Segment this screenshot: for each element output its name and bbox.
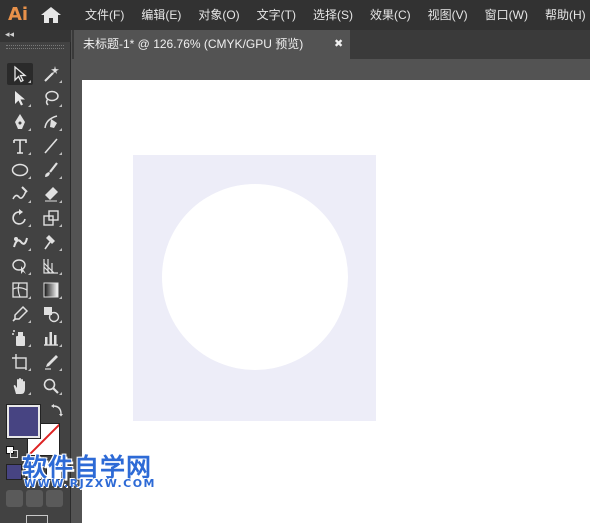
- eraser-icon[interactable]: [38, 183, 64, 205]
- line-tool-icon[interactable]: [38, 135, 64, 157]
- zoom-tool-icon[interactable]: [38, 375, 64, 397]
- type-tool-icon[interactable]: [7, 135, 33, 157]
- direct-selection-icon[interactable]: [7, 87, 33, 109]
- document-tab[interactable]: 未标题-1* @ 126.76% (CMYK/GPU 预览) ✖: [74, 30, 350, 59]
- menu-view[interactable]: 视图(V): [425, 0, 471, 30]
- shape-builder-icon[interactable]: [7, 255, 33, 277]
- main-menu: 文件(F) 编辑(E) 对象(O) 文字(T) 选择(S) 效果(C) 视图(V…: [82, 0, 590, 30]
- menu-effect[interactable]: 效果(C): [367, 0, 414, 30]
- menu-window[interactable]: 窗口(W): [482, 0, 531, 30]
- color-mode-icon[interactable]: [6, 464, 22, 480]
- pen-tool-icon[interactable]: [7, 111, 33, 133]
- puppet-warp-icon[interactable]: [38, 231, 64, 253]
- close-icon[interactable]: ✖: [334, 30, 343, 59]
- paintbrush-icon[interactable]: [38, 159, 64, 181]
- circle-shape[interactable]: [162, 184, 348, 370]
- warp-tool-icon[interactable]: [7, 231, 33, 253]
- default-colors-icon[interactable]: [6, 445, 18, 458]
- shaper-tool-icon[interactable]: [7, 183, 33, 205]
- watermark-url: WWW.RJZXW.COM: [24, 477, 156, 490]
- menu-bar: Ai 文件(F) 编辑(E) 对象(O) 文字(T) 选择(S) 效果(C) 视…: [0, 0, 590, 30]
- menu-file[interactable]: 文件(F): [82, 0, 127, 30]
- document-tab-title: 未标题-1* @ 126.76% (CMYK/GPU 预览): [83, 37, 304, 51]
- column-graph-icon[interactable]: [38, 327, 64, 349]
- gradient-tool-icon[interactable]: [38, 279, 64, 301]
- scale-tool-icon[interactable]: [38, 207, 64, 229]
- menu-help[interactable]: 帮助(H): [542, 0, 589, 30]
- curvature-tool-icon[interactable]: [38, 111, 64, 133]
- document-tab-bar: 未标题-1* @ 126.76% (CMYK/GPU 预览) ✖: [72, 30, 590, 59]
- magic-wand-icon[interactable]: [38, 63, 64, 85]
- rotate-tool-icon[interactable]: [7, 207, 33, 229]
- perspective-grid-icon[interactable]: [38, 255, 64, 277]
- ellipse-tool-icon[interactable]: [7, 159, 33, 181]
- panel-grip[interactable]: [6, 45, 64, 49]
- screen-mode-icon[interactable]: [26, 515, 48, 523]
- symbol-sprayer-icon[interactable]: [7, 327, 33, 349]
- lasso-icon[interactable]: [38, 87, 64, 109]
- tools-panel-header: ◂◂: [0, 29, 71, 42]
- hand-tool-icon[interactable]: [7, 375, 33, 397]
- slice-tool-icon[interactable]: [38, 351, 64, 373]
- collapse-panel-icon[interactable]: ◂◂: [5, 29, 14, 40]
- eyedropper-icon[interactable]: [7, 303, 33, 325]
- artboard-tool-icon[interactable]: [7, 351, 33, 373]
- mesh-tool-icon[interactable]: [7, 279, 33, 301]
- menu-select[interactable]: 选择(S): [310, 0, 356, 30]
- menu-object[interactable]: 对象(O): [195, 0, 242, 30]
- swap-fill-stroke-icon[interactable]: [50, 403, 64, 417]
- home-icon[interactable]: [40, 6, 62, 24]
- draw-normal-icon[interactable]: [6, 490, 23, 507]
- app-logo: Ai: [8, 4, 29, 25]
- menu-type[interactable]: 文字(T): [254, 0, 299, 30]
- watermark: 软件自学网 WWW.RJZXW.COM: [22, 448, 172, 494]
- blend-tool-icon[interactable]: [38, 303, 64, 325]
- selection-tool-icon[interactable]: [7, 63, 33, 85]
- menu-edit[interactable]: 编辑(E): [138, 0, 184, 30]
- fill-color-swatch[interactable]: [7, 405, 40, 438]
